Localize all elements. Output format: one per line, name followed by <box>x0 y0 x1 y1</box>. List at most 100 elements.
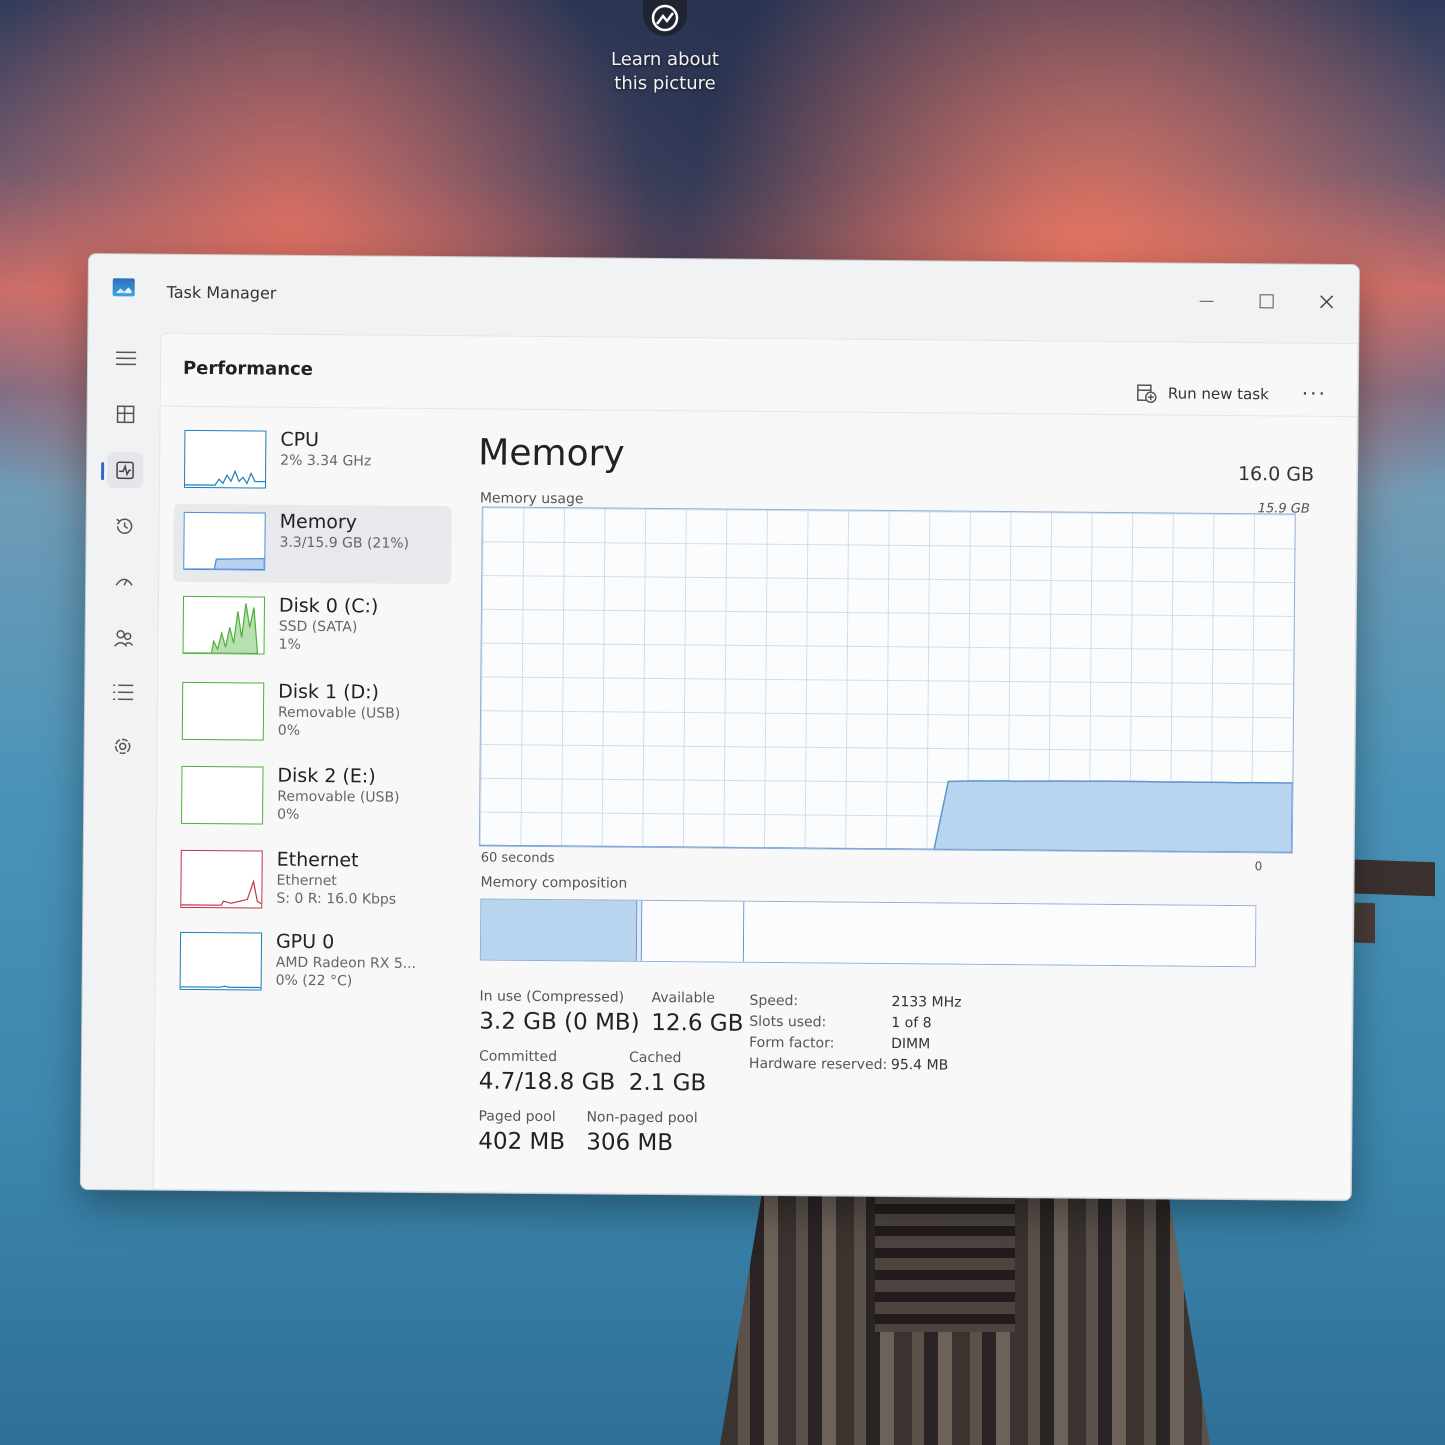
nav-processes[interactable] <box>107 396 143 432</box>
hardware-row-form-factor: Form factor: DIMM <box>749 1035 961 1058</box>
committed-stat: Committed 4.7/18.8 GB <box>479 1048 616 1095</box>
sparkline-path <box>184 469 266 486</box>
nav-startup-apps[interactable] <box>106 564 142 600</box>
perf-item-detail: 3.3/15.9 GB (21%) <box>279 534 410 552</box>
cached-stat: Cached 2.1 GB <box>629 1050 707 1097</box>
services-icon <box>114 738 131 755</box>
nav-services[interactable] <box>105 728 141 764</box>
hint-line-1: Learn about <box>611 49 719 70</box>
sparkline-path <box>184 557 265 571</box>
paged-pool-value: 402 MB <box>478 1128 566 1156</box>
perf-item-cpu[interactable]: CPU 2% 3.34 GHz <box>174 422 453 502</box>
close-icon <box>1320 295 1334 309</box>
non-paged-pool-label: Non-paged pool <box>586 1109 698 1127</box>
perf-item-detail: Removable (USB) <box>277 704 401 722</box>
pier-steps-image <box>875 1182 1015 1332</box>
sparkline-path <box>181 879 262 906</box>
perf-item-gpu-0[interactable]: GPU 0 AMD Radeon RX 5... 0% (22 °C) <box>169 924 448 1004</box>
memory-total: 16.0 GB <box>1237 463 1315 486</box>
perf-item-memory[interactable]: Memory 3.3/15.9 GB (21%) <box>173 503 452 585</box>
perf-item-text: Memory 3.3/15.9 GB (21%) <box>279 511 409 552</box>
thumbnail-sparkline <box>181 879 262 906</box>
perf-item-disk-0-c[interactable]: Disk 0 (C:) SSD (SATA) 1% <box>172 588 451 668</box>
memory-title: Memory <box>478 432 625 475</box>
minimize-button[interactable] <box>1186 286 1226 316</box>
perf-thumbnail-graph <box>183 511 266 571</box>
in-use-label: In use (Compressed) <box>479 988 625 1006</box>
hardware-row-speed: Speed: 2133 MHz <box>749 993 961 1016</box>
non-paged-pool-value: 306 MB <box>586 1129 674 1157</box>
hamburger-menu-button[interactable] <box>108 340 144 376</box>
in-use-segment <box>480 899 638 961</box>
perf-item-value: S: 0 R: 16.0 Kbps <box>276 890 397 908</box>
available-stat: Available 12.6 GB <box>651 990 744 1037</box>
perf-item-text: Ethernet Ethernet S: 0 R: 16.0 Kbps <box>276 849 396 908</box>
learn-about-picture[interactable]: Learn about this picture <box>600 0 730 96</box>
details-list-icon <box>113 684 134 701</box>
task-manager-window: Task Manager Performance Run new task ..… <box>79 253 1360 1202</box>
paged-pool-label: Paged pool <box>478 1108 556 1126</box>
cached-value: 2.1 GB <box>628 1069 707 1097</box>
close-button[interactable] <box>1306 287 1346 317</box>
hw-key: Hardware reserved: <box>748 1055 888 1074</box>
memory-usage-plot <box>479 780 1294 853</box>
perf-item-value: 0% <box>277 722 301 739</box>
startup-icon <box>115 578 133 586</box>
committed-label: Committed <box>478 1048 558 1066</box>
maximize-button[interactable] <box>1246 286 1286 316</box>
nav-details[interactable] <box>105 674 141 710</box>
perf-item-value: 0% (22 °C) <box>275 972 353 990</box>
perf-item-text: GPU 0 AMD Radeon RX 5... 0% (22 °C) <box>276 931 417 990</box>
nav-performance[interactable] <box>106 452 144 489</box>
performance-icon <box>116 461 134 480</box>
perf-item-name: Memory <box>279 510 358 534</box>
navigation-rail <box>81 324 175 1190</box>
thumbnail-sparkline <box>183 603 259 655</box>
window-title: Task Manager <box>166 282 277 303</box>
nav-users[interactable] <box>105 620 141 656</box>
more-options-button[interactable]: ... <box>1302 376 1327 400</box>
in-use-stat: In use (Compressed) 3.2 GB (0 MB) <box>479 988 640 1035</box>
title-bar[interactable]: Task Manager <box>88 254 1359 335</box>
users-icon <box>114 630 134 647</box>
hw-value: 95.4 MB <box>890 1057 949 1074</box>
camera-icon <box>643 0 687 36</box>
hw-key: Speed: <box>749 992 799 1010</box>
perf-item-text: Disk 0 (C:) SSD (SATA) 1% <box>279 595 379 654</box>
perf-item-value: 0% <box>277 806 300 823</box>
perf-item-value: 1% <box>278 636 301 653</box>
thumbnail-sparkline <box>182 767 262 824</box>
processes-icon <box>116 405 135 424</box>
graph-zero-label: 0 <box>1254 859 1263 874</box>
nav-app-history[interactable] <box>106 508 142 544</box>
available-value: 12.6 GB <box>651 1009 744 1037</box>
memory-usage-area <box>479 780 1294 853</box>
hardware-row-slots: Slots used: 1 of 8 <box>749 1014 961 1037</box>
run-task-icon <box>1137 384 1157 404</box>
perf-item-detail: Ethernet <box>276 872 337 890</box>
run-new-task-label: Run new task <box>1167 384 1269 404</box>
hamburger-icon <box>116 351 137 366</box>
perf-item-name: Disk 1 (D:) <box>278 680 380 704</box>
perf-item-ethernet[interactable]: Ethernet Ethernet S: 0 R: 16.0 Kbps <box>170 842 449 922</box>
sparkline-path <box>180 985 261 989</box>
perf-item-disk-2-e[interactable]: Disk 2 (E:) Removable (USB) 0% <box>171 758 450 838</box>
perf-item-detail: AMD Radeon RX 5... <box>275 954 417 972</box>
perf-item-name: CPU <box>280 428 320 452</box>
in-use-value: 3.2 GB (0 MB) <box>479 1008 640 1036</box>
perf-item-name: Ethernet <box>276 848 359 872</box>
perf-item-detail: 2% 3.34 GHz <box>280 452 372 470</box>
thumbnail-sparkline <box>180 985 261 989</box>
perf-thumbnail-graph <box>179 931 263 991</box>
thumbnail-sparkline <box>184 469 266 486</box>
memory-composition-bar <box>479 898 1257 968</box>
perf-item-text: Disk 1 (D:) Removable (USB) 0% <box>278 681 401 740</box>
perf-item-disk-1-d[interactable]: Disk 1 (D:) Removable (USB) 0% <box>172 674 451 754</box>
memory-panel: Memory 16.0 GB Memory usage 15.9 GB 60 s… <box>472 410 1337 1198</box>
non-paged-pool-stat: Non-paged pool 306 MB <box>586 1109 698 1156</box>
perf-item-name: Disk 2 (E:) <box>277 764 376 788</box>
sparkline-path <box>183 603 259 655</box>
run-new-task-button[interactable]: Run new task <box>1136 382 1269 405</box>
hw-value: DIMM <box>891 1036 931 1053</box>
paged-pool-stat: Paged pool 402 MB <box>478 1108 565 1155</box>
